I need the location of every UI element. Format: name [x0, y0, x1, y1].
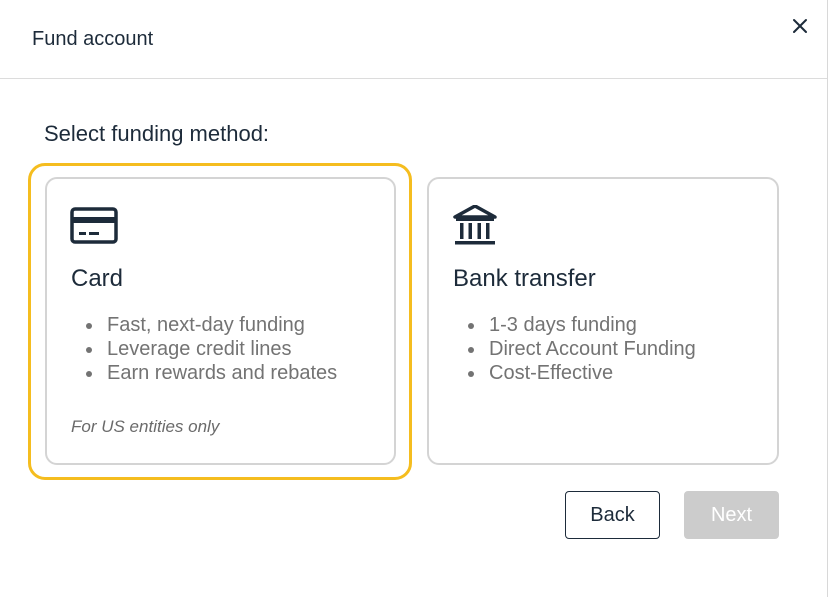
feature-item: Earn rewards and rebates — [71, 361, 337, 385]
option-title: Bank transfer — [453, 265, 596, 292]
option-feature-list: Fast, next-day funding Leverage credit l… — [71, 313, 337, 385]
feature-item: 1-3 days funding — [453, 313, 696, 337]
back-button[interactable]: Back — [565, 491, 660, 539]
fund-account-dialog: Fund account Select funding method: Card… — [0, 0, 828, 597]
feature-item: Leverage credit lines — [71, 337, 337, 361]
option-feature-list: 1-3 days funding Direct Account Funding … — [453, 313, 696, 385]
feature-item: Direct Account Funding — [453, 337, 696, 361]
close-button[interactable] — [788, 14, 812, 38]
close-icon — [793, 19, 807, 33]
option-title: Card — [71, 265, 124, 292]
section-title: Select funding method: — [44, 121, 270, 146]
funding-option-bank-transfer[interactable]: Bank transfer 1-3 days funding Direct Ac… — [427, 177, 779, 465]
option-note: For US entities only — [71, 417, 220, 436]
dialog-header: Fund account — [0, 0, 827, 79]
bank-icon — [452, 204, 502, 249]
next-button[interactable]: Next — [684, 491, 779, 539]
feature-item: Fast, next-day funding — [71, 313, 337, 337]
credit-card-icon — [70, 205, 120, 249]
funding-option-card[interactable]: Card Fast, next-day funding Leverage cre… — [45, 177, 396, 465]
dialog-title: Fund account — [32, 28, 154, 50]
feature-item: Cost-Effective — [453, 361, 696, 385]
